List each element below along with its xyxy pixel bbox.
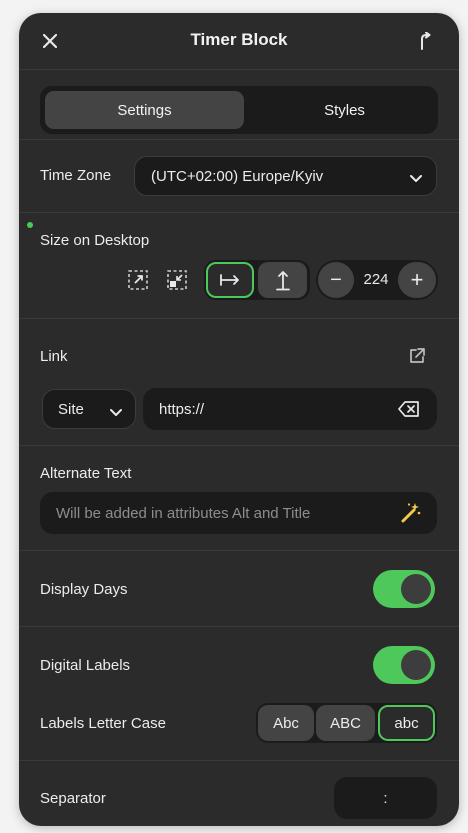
divider xyxy=(19,445,459,446)
alt-text-input[interactable]: Will be added in attributes Alt and Titl… xyxy=(40,492,437,534)
case-option-lower[interactable]: abc xyxy=(378,705,435,741)
size-label: Size on Desktop xyxy=(40,232,150,249)
link-url-value: https:// xyxy=(159,400,205,418)
digital-labels-toggle[interactable] xyxy=(373,646,435,684)
chevron-down-icon xyxy=(410,170,422,187)
increase-button[interactable]: + xyxy=(398,262,436,298)
separator-input[interactable]: : xyxy=(334,777,437,819)
toggle-knob xyxy=(401,650,431,680)
divider xyxy=(19,139,459,140)
timezone-label: Time Zone xyxy=(40,167,112,184)
alt-text-placeholder: Will be added in attributes Alt and Titl… xyxy=(56,504,311,522)
size-stepper: − 224 + xyxy=(316,260,438,300)
chevron-down-icon xyxy=(110,404,122,421)
divider xyxy=(19,212,459,213)
pin-icon[interactable] xyxy=(413,29,437,53)
size-value[interactable]: 224 xyxy=(356,271,396,288)
case-option-upper[interactable]: ABC xyxy=(316,705,375,741)
divider xyxy=(19,760,459,761)
digital-labels-label: Digital Labels xyxy=(40,657,131,674)
display-days-toggle[interactable] xyxy=(373,570,435,608)
display-days-label: Display Days xyxy=(40,581,128,598)
divider xyxy=(19,318,459,319)
fixed-width-button[interactable] xyxy=(206,262,254,298)
link-url-input[interactable]: https:// xyxy=(143,388,437,430)
divider xyxy=(19,626,459,627)
magic-wand-icon[interactable] xyxy=(400,502,422,528)
external-link-icon[interactable] xyxy=(405,344,429,368)
letter-case-label: Labels Letter Case xyxy=(40,715,166,732)
letter-case-group: Abc ABC abc xyxy=(256,703,437,743)
shrink-icon[interactable] xyxy=(165,268,189,292)
decrease-button[interactable]: − xyxy=(318,262,354,298)
separator-value: : xyxy=(383,789,388,807)
link-type-select[interactable]: Site xyxy=(42,389,136,429)
expand-icon[interactable] xyxy=(126,268,150,292)
case-option-title[interactable]: Abc xyxy=(258,705,314,741)
panel-title: Timer Block xyxy=(190,30,288,49)
auto-height-button[interactable] xyxy=(258,262,307,298)
toggle-knob xyxy=(401,574,431,604)
panel-header: Timer Block xyxy=(19,13,459,70)
link-label: Link xyxy=(40,348,68,365)
tab-styles[interactable]: Styles xyxy=(245,91,444,129)
alt-text-label: Alternate Text xyxy=(40,465,132,482)
timer-block-panel: Timer Block Settings Styles Time Zone (U… xyxy=(19,13,459,826)
timezone-select[interactable]: (UTC+02:00) Europe/Kyiv xyxy=(134,156,437,196)
divider xyxy=(19,550,459,551)
link-type-value: Site xyxy=(58,400,84,418)
size-mode-group xyxy=(204,260,310,300)
timezone-value: (UTC+02:00) Europe/Kyiv xyxy=(151,167,324,185)
tab-bar: Settings Styles xyxy=(40,86,438,134)
tab-settings[interactable]: Settings xyxy=(45,91,244,129)
modified-indicator xyxy=(27,222,33,228)
clear-icon[interactable] xyxy=(398,401,420,421)
separator-label: Separator xyxy=(40,790,106,807)
